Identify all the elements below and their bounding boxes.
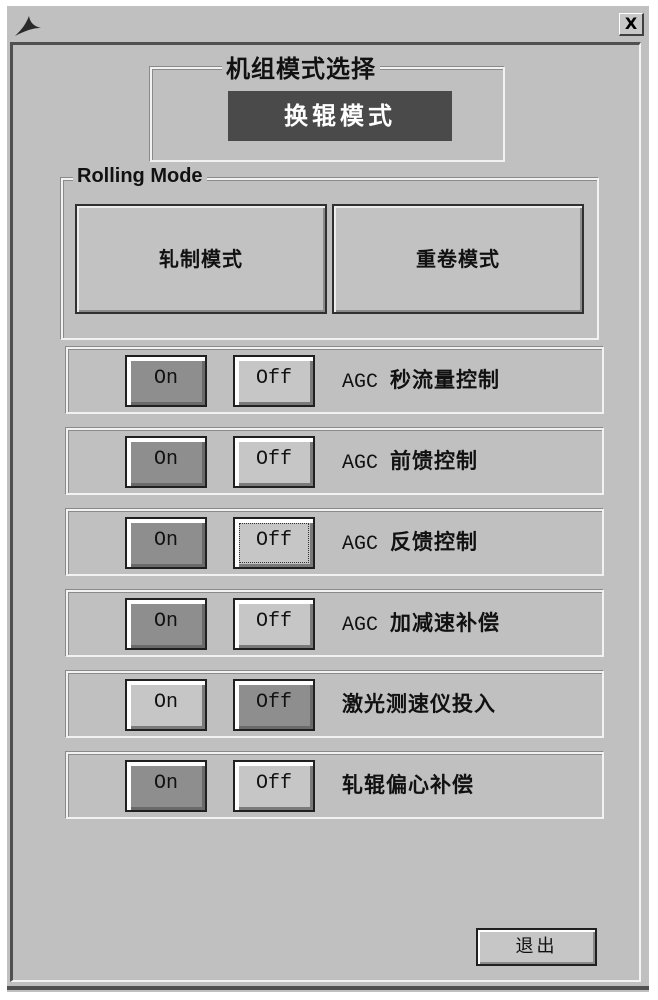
control-name: 前馈控制 xyxy=(390,449,479,473)
unit-mode-title: 机组模式选择 xyxy=(222,49,380,84)
laser-speedometer-off-button[interactable]: Off xyxy=(233,679,315,731)
agc-feedforward-on-button[interactable]: On xyxy=(125,436,207,488)
agc-mass-flow-off-button[interactable]: Off xyxy=(233,355,315,407)
rolling-mode-title: Rolling Mode xyxy=(73,165,207,188)
exit-button[interactable]: 退出 xyxy=(476,928,597,966)
app-logo-icon xyxy=(15,16,41,36)
control-label: AGC 加减速补偿 xyxy=(342,592,500,655)
agc-accel-comp-on-button[interactable]: On xyxy=(125,598,207,650)
control-name: 秒流量控制 xyxy=(390,368,501,392)
control-prefix: AGC xyxy=(342,452,379,475)
rewind-mode-button[interactable]: 重卷模式 xyxy=(332,204,584,314)
agc-mass-flow-on-button[interactable]: On xyxy=(125,355,207,407)
control-name: 轧辊偏心补偿 xyxy=(342,773,474,797)
control-label: AGC 反馈控制 xyxy=(342,511,478,574)
close-button[interactable]: X xyxy=(619,13,644,36)
control-row-agc-feedforward: On Off AGC 前馈控制 xyxy=(66,428,604,495)
agc-feedback-off-button[interactable]: Off xyxy=(233,517,315,569)
control-row-agc-mass-flow: On Off AGC 秒流量控制 xyxy=(66,347,604,414)
dialog-window: X 机组模式选择 换辊模式 Rolling Mode 轧制模式 重卷模式 On … xyxy=(7,6,649,992)
control-row-roll-eccentricity: On Off 轧辊偏心补偿 xyxy=(66,752,604,819)
current-mode-indicator: 换辊模式 xyxy=(228,91,452,141)
control-name: 反馈控制 xyxy=(390,530,479,554)
control-row-laser-speedometer: On Off 激光测速仪投入 xyxy=(66,671,604,738)
control-label: AGC 前馈控制 xyxy=(342,430,478,493)
control-prefix: AGC xyxy=(342,371,379,394)
control-row-agc-accel-comp: On Off AGC 加减速补偿 xyxy=(66,590,604,657)
control-row-agc-feedback: On Off AGC 反馈控制 xyxy=(66,509,604,576)
control-name: 加减速补偿 xyxy=(390,611,501,635)
unit-mode-group: 机组模式选择 换辊模式 xyxy=(150,49,505,162)
roll-eccentricity-on-button[interactable]: On xyxy=(125,760,207,812)
control-label: AGC 秒流量控制 xyxy=(342,349,500,412)
roll-eccentricity-off-button[interactable]: Off xyxy=(233,760,315,812)
rolling-mode-button[interactable]: 轧制模式 xyxy=(75,204,327,314)
rolling-mode-group: Rolling Mode 轧制模式 重卷模式 xyxy=(61,165,599,340)
laser-speedometer-on-button[interactable]: On xyxy=(125,679,207,731)
agc-feedback-on-button[interactable]: On xyxy=(125,517,207,569)
control-prefix: AGC xyxy=(342,614,379,637)
agc-feedforward-off-button[interactable]: Off xyxy=(233,436,315,488)
window-bottom-border xyxy=(7,986,649,990)
control-prefix: AGC xyxy=(342,533,379,556)
control-name: 激光测速仪投入 xyxy=(342,692,496,716)
agc-accel-comp-off-button[interactable]: Off xyxy=(233,598,315,650)
title-bar: X xyxy=(7,6,649,40)
